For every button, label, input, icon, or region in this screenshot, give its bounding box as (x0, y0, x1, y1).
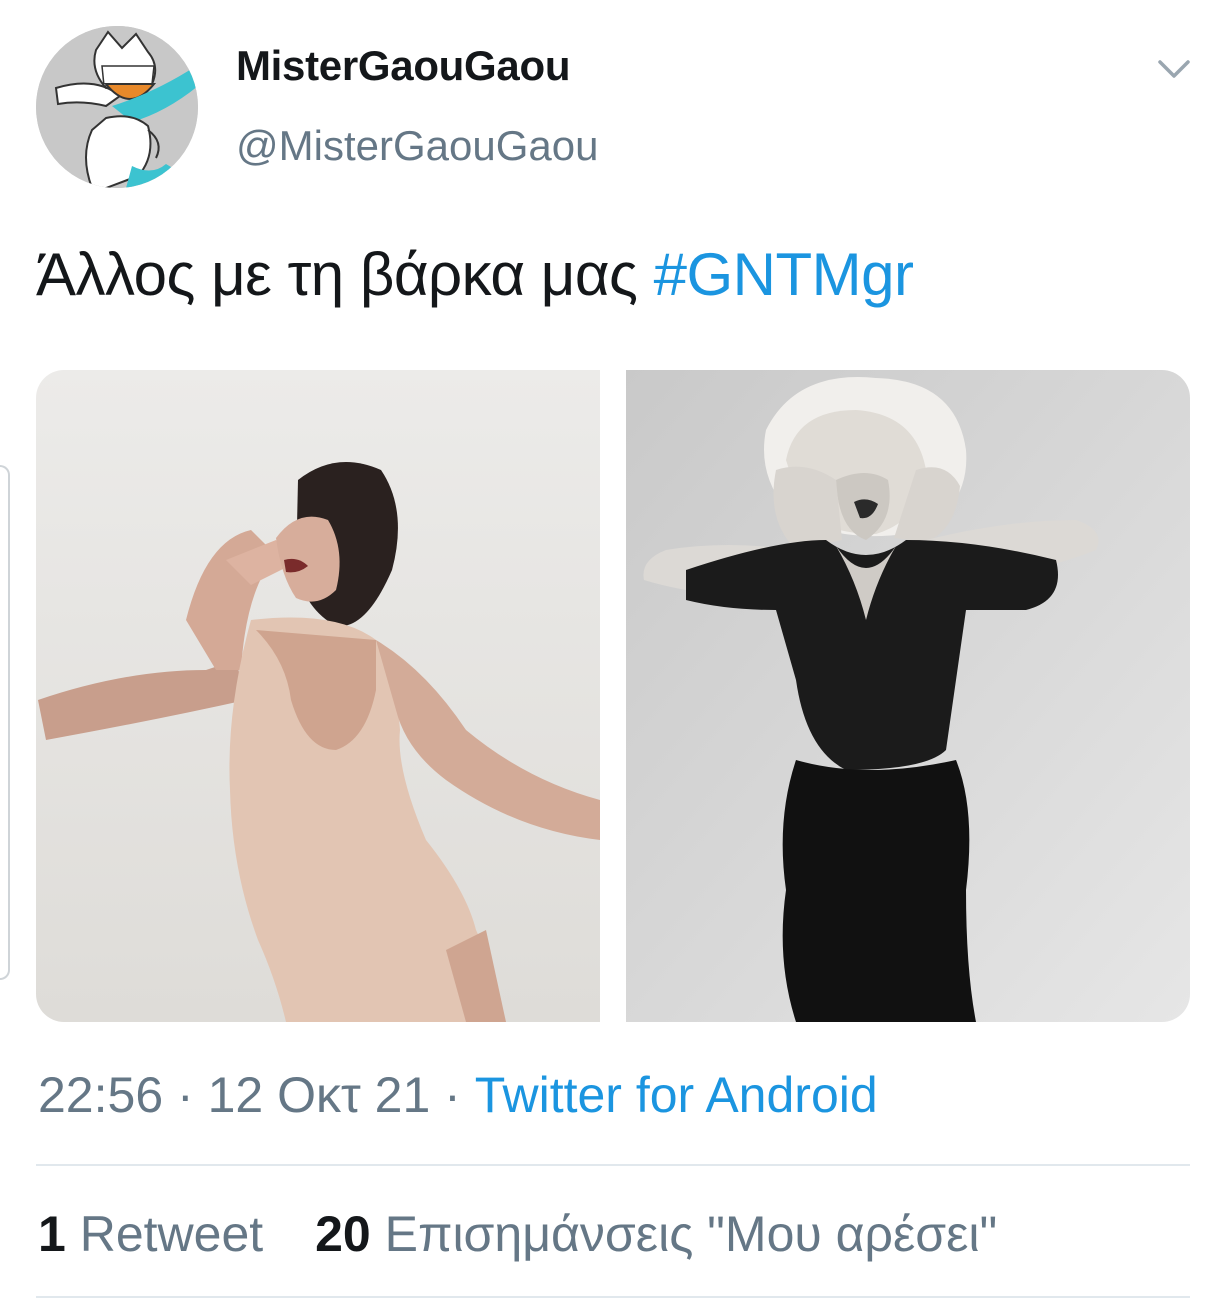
meta-separator-2: · (444, 1067, 461, 1123)
divider-top (36, 1164, 1190, 1166)
tweet-date[interactable]: 12 Οκτ 21 (208, 1067, 431, 1123)
media-photo-right[interactable] (626, 370, 1190, 1022)
cartoon-character-avatar-icon (36, 26, 198, 188)
tweet-time[interactable]: 22:56 (38, 1067, 163, 1123)
retweet-stat[interactable]: 1 Retweet (38, 1205, 263, 1263)
scroll-edge (0, 465, 10, 980)
tweet-media (36, 370, 1190, 1022)
tweet-menu-button[interactable] (1156, 56, 1192, 84)
tweet-meta: 22:56 · 12 Οκτ 21 · Twitter for Android (38, 1066, 878, 1124)
avatar[interactable] (36, 26, 198, 188)
tweet-text: Άλλος με τη βάρκα μας #GNTMgr (36, 240, 914, 309)
photo-woman-in-black-dress-shouting-icon (626, 370, 1190, 1022)
photo-woman-in-beige-bodysuit-shouting-icon (36, 370, 600, 1022)
tweet-text-body: Άλλος με τη βάρκα μας (36, 241, 638, 308)
divider-bottom (36, 1296, 1190, 1298)
like-label: Επισημάνσεις "Μου αρέσει" (384, 1206, 998, 1262)
like-stat[interactable]: 20 Επισημάνσεις "Μου αρέσει" (315, 1205, 997, 1263)
meta-separator-1: · (177, 1067, 194, 1123)
chevron-down-icon (1158, 60, 1190, 78)
hashtag-link[interactable]: #GNTMgr (654, 241, 914, 308)
retweet-label: Retweet (79, 1206, 264, 1262)
media-photo-left[interactable] (36, 370, 600, 1022)
retweet-count: 1 (38, 1206, 66, 1262)
user-handle[interactable]: @MisterGaouGaou (236, 122, 598, 170)
display-name[interactable]: MisterGaouGaou (236, 42, 570, 90)
tweet-stats: 1 Retweet 20 Επισημάνσεις "Μου αρέσει" (38, 1205, 997, 1263)
tweet-source-link[interactable]: Twitter for Android (475, 1067, 878, 1123)
like-count: 20 (315, 1206, 371, 1262)
